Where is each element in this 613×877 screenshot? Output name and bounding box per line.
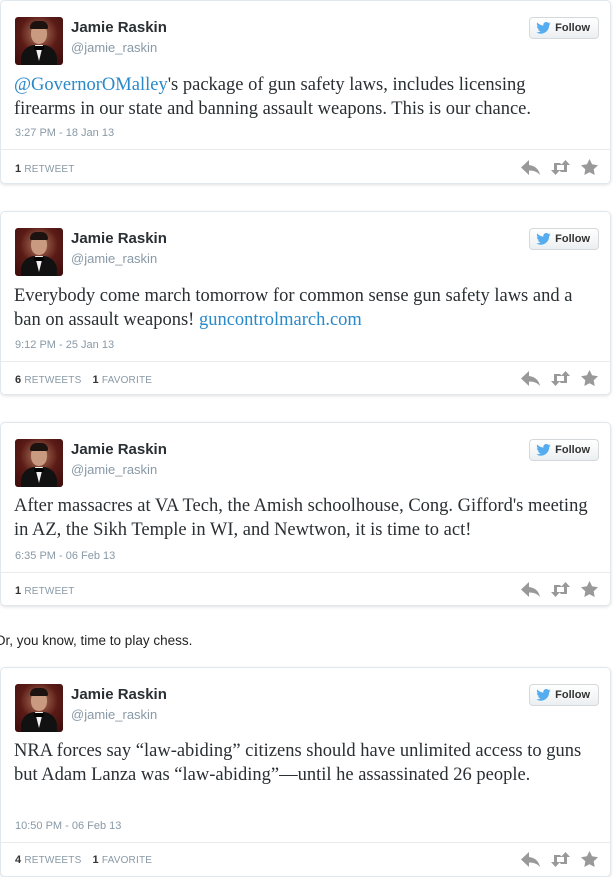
tweet-actions: [521, 581, 598, 597]
tweet-card: Jamie Raskin @jamie_raskin Follow @Gover…: [0, 0, 611, 184]
divider: [1, 361, 610, 362]
tweet-card: Jamie Raskin @jamie_raskin Follow NRA fo…: [0, 667, 611, 877]
reply-icon[interactable]: [521, 581, 540, 597]
follow-button[interactable]: Follow: [529, 228, 599, 250]
timestamp[interactable]: 6:35 PM - 06 Feb 13: [15, 550, 115, 562]
retweet-count[interactable]: 1 RETWEET: [15, 585, 75, 597]
follow-label: Follow: [555, 689, 590, 701]
tweet-stats: 1 RETWEET: [15, 585, 83, 597]
tweet-text: @GovernorOMalley's package of gun safety…: [14, 73, 590, 121]
avatar[interactable]: [15, 228, 63, 276]
url-link[interactable]: guncontrolmarch.com: [199, 310, 362, 330]
divider: [1, 572, 610, 573]
tweet-text: Everybody come march tomorrow for common…: [14, 284, 590, 332]
author-name[interactable]: Jamie Raskin: [71, 686, 167, 703]
favorite-star-icon[interactable]: [581, 159, 598, 175]
retweet-icon[interactable]: [550, 851, 571, 867]
favorite-star-icon[interactable]: [581, 851, 598, 867]
tweet-card: Jamie Raskin @jamie_raskin Follow After …: [0, 422, 611, 606]
twitter-bird-icon: [536, 22, 551, 34]
retweet-count[interactable]: 4 RETWEETS: [15, 854, 82, 866]
tweet-actions: [521, 851, 598, 867]
timestamp[interactable]: 10:50 PM - 06 Feb 13: [15, 820, 121, 832]
retweet-icon[interactable]: [550, 581, 571, 597]
timestamp[interactable]: 9:12 PM - 25 Jan 13: [15, 339, 114, 351]
mention-link[interactable]: @GovernorOMalley: [14, 75, 168, 95]
favorite-star-icon[interactable]: [581, 370, 598, 386]
twitter-bird-icon: [536, 689, 551, 701]
timestamp[interactable]: 3:27 PM - 18 Jan 13: [15, 127, 114, 139]
reply-icon[interactable]: [521, 851, 540, 867]
favorite-star-icon[interactable]: [581, 581, 598, 597]
interlude-text: Or, you know, time to play chess.: [0, 633, 193, 648]
follow-button[interactable]: Follow: [529, 17, 599, 39]
tweet-actions: [521, 159, 598, 175]
favorite-count[interactable]: 1 FAVORITE: [92, 374, 152, 386]
author-handle[interactable]: @jamie_raskin: [71, 251, 157, 266]
tweet-text: NRA forces say “law-abiding” citizens sh…: [14, 741, 582, 785]
tweet-stats: 6 RETWEETS 1 FAVORITE: [15, 374, 160, 386]
retweet-icon[interactable]: [550, 370, 571, 386]
tweet-stats: 1 RETWEET: [15, 163, 83, 175]
avatar[interactable]: [15, 439, 63, 487]
avatar[interactable]: [15, 17, 63, 65]
divider: [1, 842, 610, 843]
divider: [1, 149, 610, 150]
author-handle[interactable]: @jamie_raskin: [71, 40, 157, 55]
avatar[interactable]: [15, 684, 63, 732]
retweet-icon[interactable]: [550, 159, 571, 175]
author-handle[interactable]: @jamie_raskin: [71, 462, 157, 477]
tweet-card: Jamie Raskin @jamie_raskin Follow Everyb…: [0, 211, 611, 395]
tweet-actions: [521, 370, 598, 386]
reply-icon[interactable]: [521, 159, 540, 175]
twitter-bird-icon: [536, 233, 551, 245]
follow-label: Follow: [555, 233, 590, 245]
twitter-bird-icon: [536, 444, 551, 456]
retweet-count[interactable]: 6 RETWEETS: [15, 374, 82, 386]
follow-label: Follow: [555, 444, 590, 456]
author-handle[interactable]: @jamie_raskin: [71, 707, 157, 722]
retweet-count[interactable]: 1 RETWEET: [15, 163, 75, 175]
tweet-stats: 4 RETWEETS 1 FAVORITE: [15, 854, 160, 866]
follow-button[interactable]: Follow: [529, 684, 599, 706]
follow-button[interactable]: Follow: [529, 439, 599, 461]
reply-icon[interactable]: [521, 370, 540, 386]
author-name[interactable]: Jamie Raskin: [71, 19, 167, 36]
favorite-count[interactable]: 1 FAVORITE: [92, 854, 152, 866]
tweet-text: After massacres at VA Tech, the Amish sc…: [14, 496, 588, 540]
follow-label: Follow: [555, 22, 590, 34]
author-name[interactable]: Jamie Raskin: [71, 441, 167, 458]
author-name[interactable]: Jamie Raskin: [71, 230, 167, 247]
